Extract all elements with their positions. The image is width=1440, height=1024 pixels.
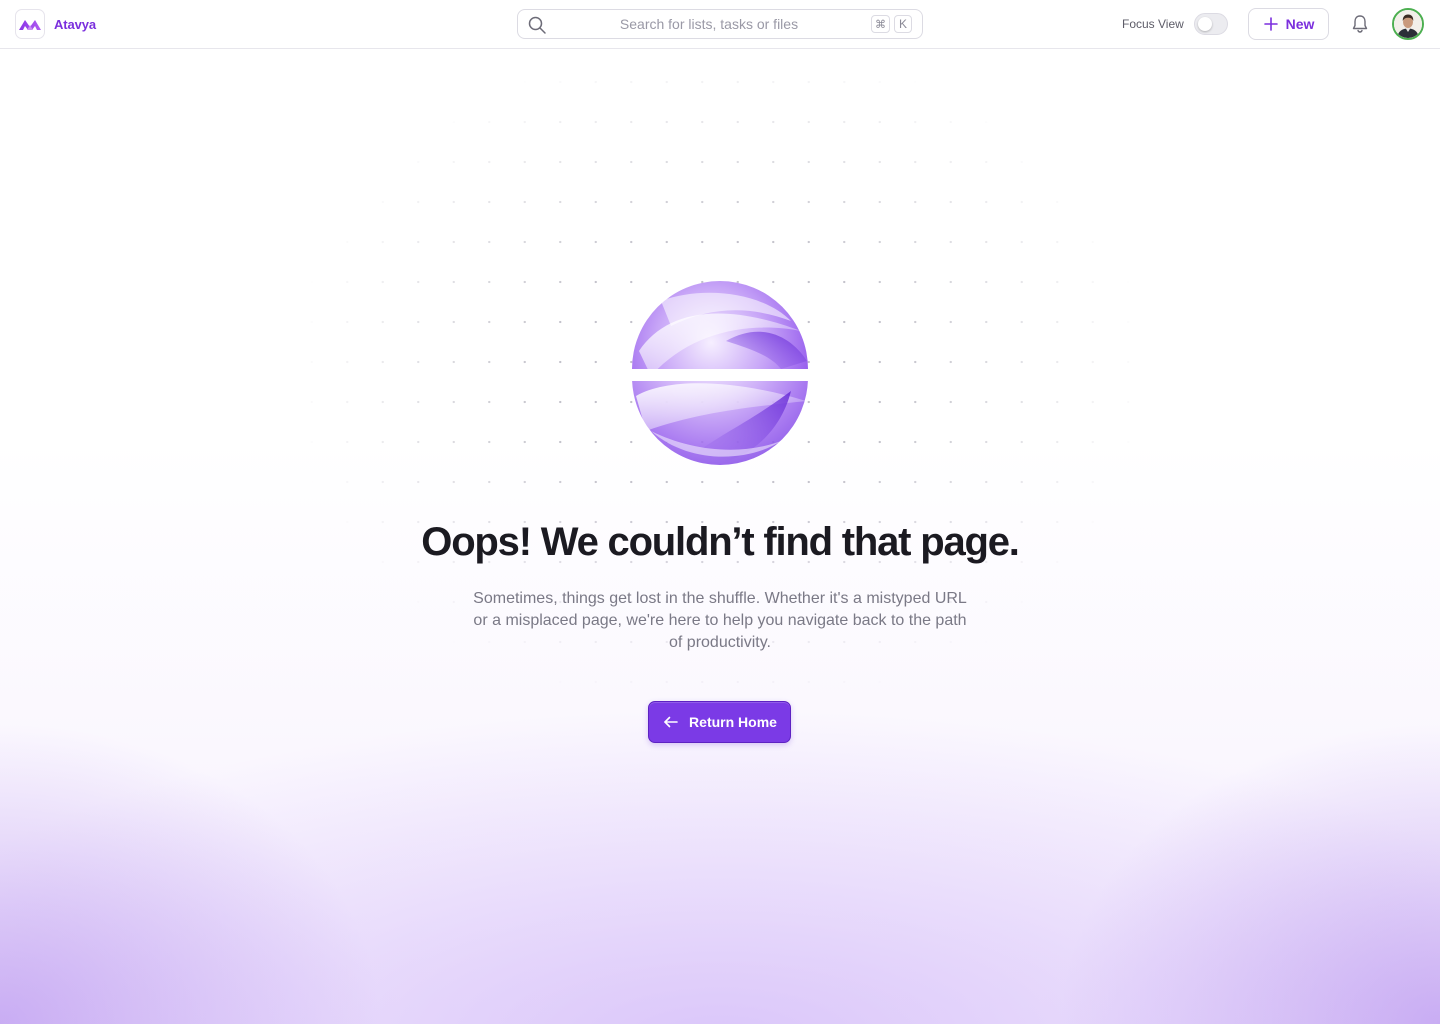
search-icon	[528, 16, 546, 34]
brand-name: Atavya	[54, 16, 97, 32]
logo-mark-icon	[15, 9, 45, 39]
toggle-knob	[1198, 17, 1212, 31]
top-navbar: Atavya ⌘ K Focus View New	[0, 0, 1440, 49]
new-button-label: New	[1285, 16, 1315, 32]
shortcut-k-key: K	[894, 15, 912, 33]
shortcut-cmd-key: ⌘	[871, 15, 890, 33]
page-title: Oops! We couldn’t find that page.	[421, 520, 1020, 564]
search-input[interactable]	[558, 10, 860, 38]
brand-link[interactable]: Atavya	[15, 9, 96, 39]
plus-icon	[1263, 17, 1278, 31]
arrow-left-icon	[664, 716, 678, 728]
return-home-label: Return Home	[689, 714, 777, 730]
avatar-portrait-icon	[1394, 10, 1422, 38]
broken-orb-illustration	[632, 281, 808, 465]
search-bar[interactable]: ⌘ K	[517, 9, 923, 39]
bell-icon[interactable]	[1349, 13, 1371, 35]
page-description: Sometimes, things get lost in the shuffl…	[473, 590, 967, 651]
focus-view-label: Focus View	[1122, 17, 1184, 31]
new-button[interactable]: New	[1248, 8, 1329, 40]
focus-view-toggle[interactable]	[1194, 13, 1228, 35]
user-avatar[interactable]	[1392, 8, 1424, 40]
return-home-button[interactable]: Return Home	[648, 701, 791, 743]
